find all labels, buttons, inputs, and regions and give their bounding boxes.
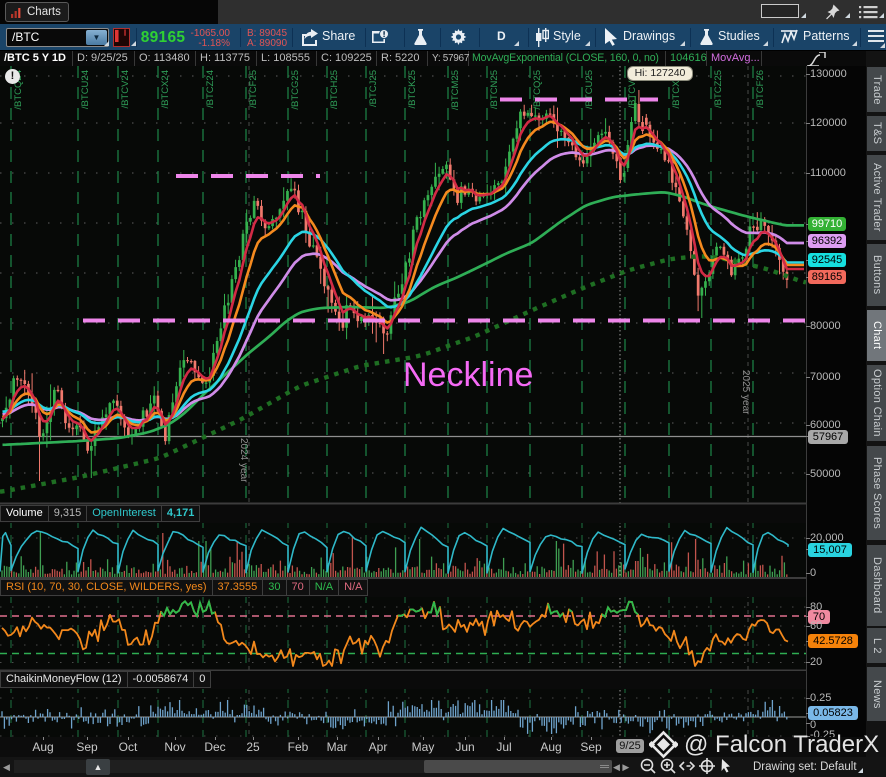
- svg-text:/BTCX24: /BTCX24: [160, 70, 171, 109]
- svg-text:/BTCZ25: /BTCZ25: [713, 70, 724, 108]
- svg-text:/BTCU24: /BTCU24: [80, 70, 91, 109]
- svg-text:/BTCV24: /BTCV24: [120, 70, 131, 109]
- svg-text:/BTCJ25: /BTCJ25: [368, 70, 379, 107]
- svg-text:/BTCG25: /BTCG25: [290, 70, 301, 110]
- svg-text:/BTCQ25: /BTCQ25: [532, 70, 543, 110]
- svg-text:/BTCH25: /BTCH25: [329, 70, 340, 109]
- svg-text:/BTCK25: /BTCK25: [407, 70, 418, 109]
- svg-text:/BTCM25: /BTCM25: [450, 70, 461, 110]
- svg-text:/BTCN25: /BTCN25: [489, 70, 500, 109]
- svg-text:/BTCF26: /BTCF26: [755, 70, 766, 108]
- svg-text:/BTCU25: /BTCU25: [584, 70, 595, 109]
- svg-text:/BTCF25: /BTCF25: [248, 70, 259, 108]
- svg-text:/BTCZ24: /BTCZ24: [205, 70, 216, 108]
